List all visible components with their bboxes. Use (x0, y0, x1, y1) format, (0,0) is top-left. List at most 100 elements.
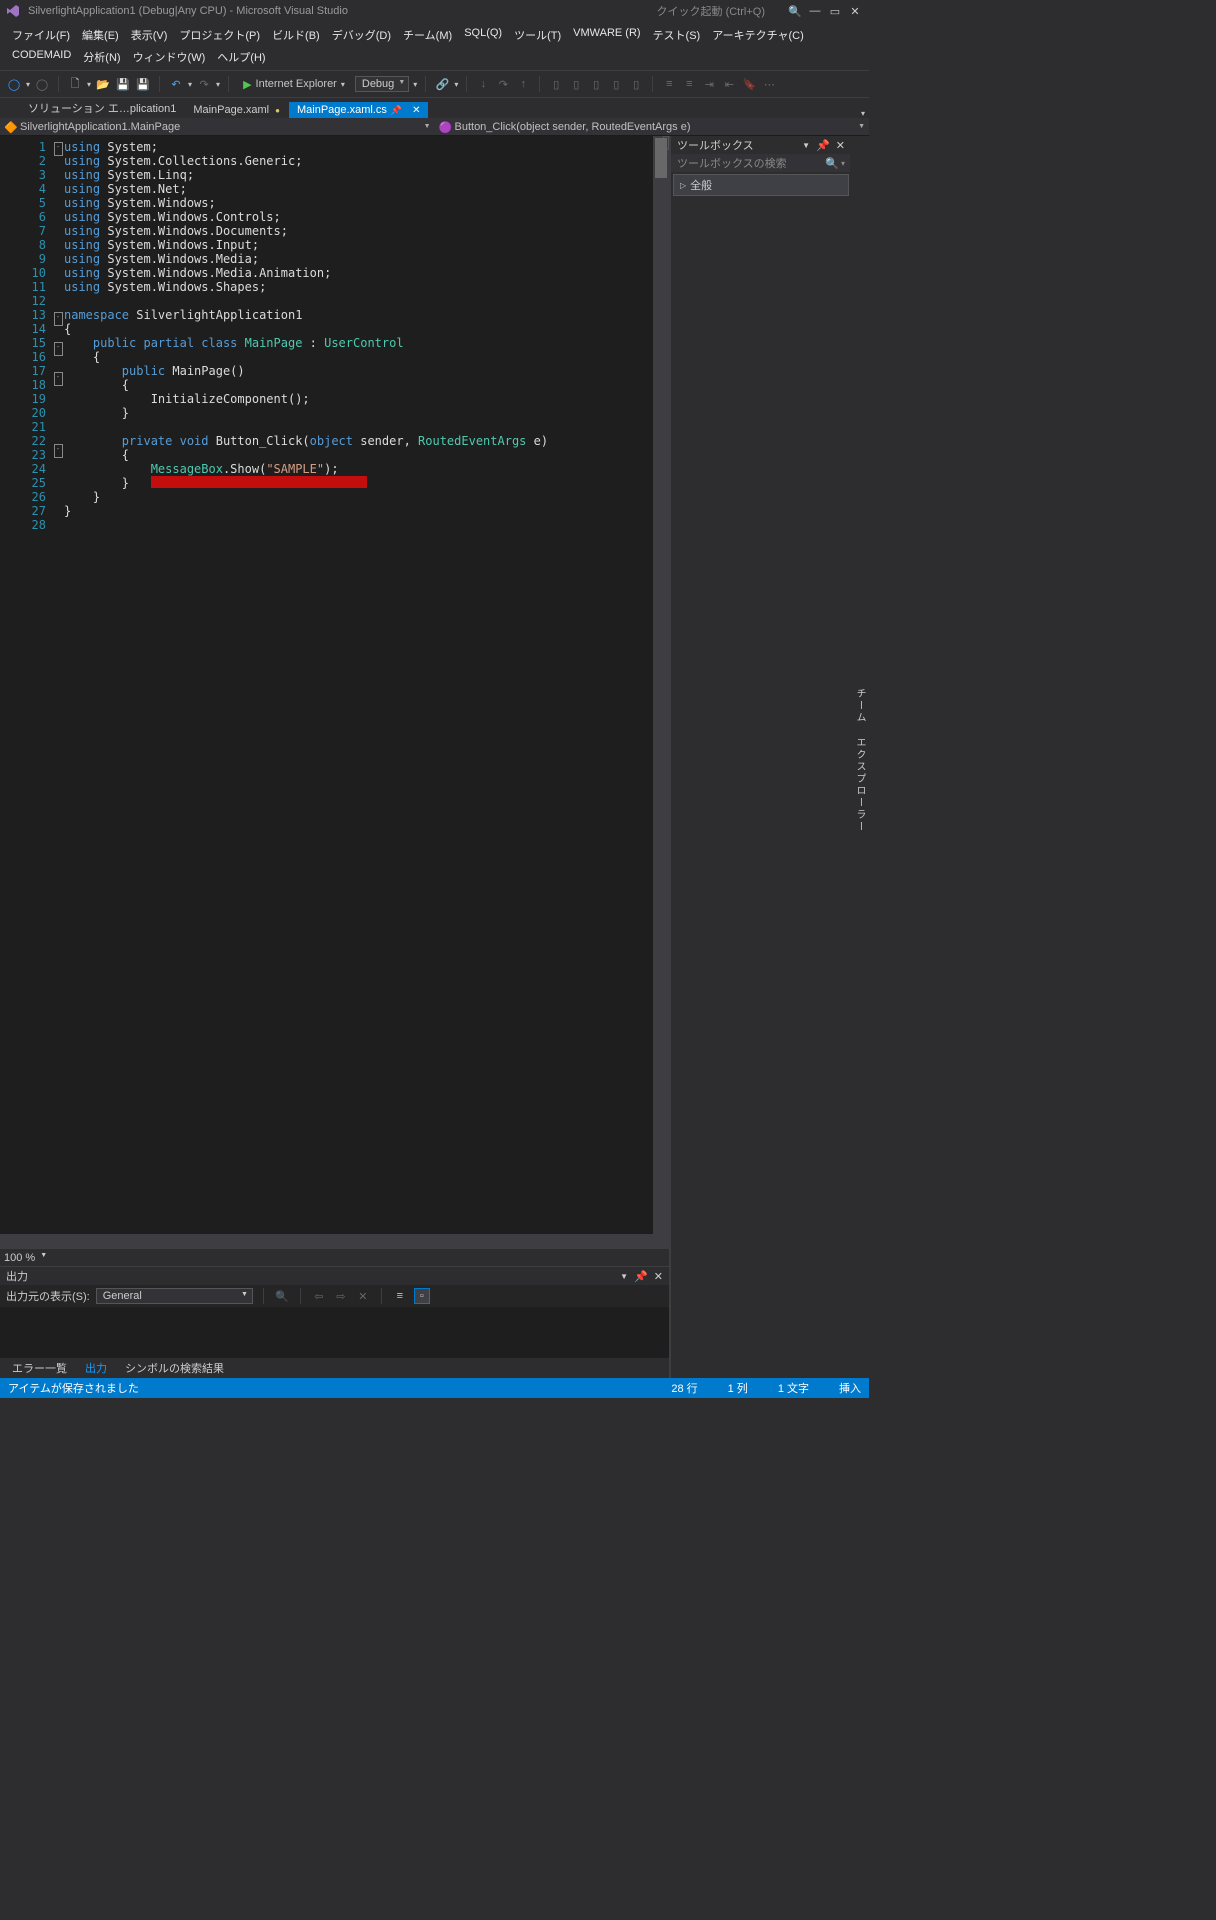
nav-forward-icon[interactable]: ◯ (34, 76, 50, 92)
menu-vmware[interactable]: VMWARE (R) (567, 24, 646, 46)
browser-link-icon[interactable]: 🔗 (434, 76, 450, 92)
output-source-dropdown[interactable]: General (96, 1288, 253, 1304)
step-into-icon[interactable]: ↓ (475, 76, 491, 92)
output-dropdown-icon[interactable]: ▼ (620, 1272, 628, 1281)
menu-window[interactable]: ウィンドウ(W) (127, 46, 212, 68)
config-dropdown-arrow[interactable]: ▾ (413, 80, 417, 89)
menu-test[interactable]: テスト(S) (647, 24, 707, 46)
menu-team[interactable]: チーム(M) (397, 24, 458, 46)
menu-edit[interactable]: 編集(E) (76, 24, 125, 46)
play-icon: ▶ (243, 78, 251, 91)
toolbox-group-general[interactable]: ▷ 全般 (673, 174, 849, 196)
quick-launch[interactable]: クイック起動 (Ctrl+Q) (657, 3, 765, 19)
horizontal-scrollbar[interactable] (0, 1234, 669, 1248)
menu-analyze[interactable]: 分析(N) (77, 46, 126, 68)
browser-link-dropdown[interactable]: ▾ (454, 80, 458, 89)
search-icon[interactable]: 🔍 (785, 5, 805, 18)
undo-icon[interactable]: ↶ (168, 76, 184, 92)
menu-view[interactable]: 表示(V) (125, 24, 174, 46)
nav-back-icon[interactable]: ◯ (6, 76, 22, 92)
step-over-icon[interactable]: ↷ (495, 76, 511, 92)
menu-codemaid[interactable]: CODEMAID (6, 46, 77, 68)
output-close-icon[interactable]: ✕ (654, 1270, 663, 1283)
tb-icon-d[interactable]: ▯ (608, 76, 624, 92)
start-debug-button[interactable]: ▶ Internet Explorer ▾ (237, 76, 351, 93)
tab-solution-explorer[interactable]: ソリューション エ…plication1 (20, 98, 184, 118)
comment-icon[interactable]: ≡ (661, 76, 677, 92)
expand-icon: ▷ (680, 181, 686, 190)
class-dropdown[interactable]: 🔶 SilverlightApplication1.MainPage (0, 118, 435, 135)
fold-margin[interactable]: ----- (52, 136, 64, 1234)
bookmark-icon[interactable]: 🔖 (741, 76, 757, 92)
uncomment-icon[interactable]: ≡ (681, 76, 697, 92)
tab-error-list[interactable]: エラー一覧 (4, 1358, 75, 1378)
menu-architecture[interactable]: アーキテクチャ(C) (706, 24, 810, 46)
toolbox-title: ツールボックス (677, 137, 754, 153)
nav-back-dropdown[interactable]: ▾ (26, 80, 30, 89)
minimize-button[interactable]: — (805, 5, 825, 17)
toolbox-search[interactable]: ツールボックスの検索 🔍 ▾ (671, 154, 851, 172)
output-pin-icon[interactable]: 📌 (634, 1270, 648, 1283)
output-find-icon[interactable]: 🔍 (274, 1288, 290, 1304)
output-autoscroll-icon[interactable]: ▫ (414, 1288, 430, 1304)
toolbox-dropdown-icon[interactable]: ▼ (802, 141, 810, 150)
open-file-icon[interactable]: 📂 (95, 76, 111, 92)
tab-pin-icon[interactable]: 📌 (391, 105, 402, 116)
output-next-icon[interactable]: ⇨ (333, 1288, 349, 1304)
save-icon[interactable]: 💾 (115, 76, 131, 92)
solution-config-dropdown[interactable]: Debug (355, 76, 409, 92)
status-char: 1 文字 (778, 1380, 809, 1396)
tb-icon-b[interactable]: ▯ (568, 76, 584, 92)
menu-help[interactable]: ヘルプ(H) (211, 46, 271, 68)
line-numbers: 1234567891011121314151617181920212223242… (0, 136, 52, 1234)
output-wordwrap-icon[interactable]: ≡ (392, 1288, 408, 1304)
menu-tools[interactable]: ツール(T) (508, 24, 567, 46)
step-out-icon[interactable]: ↑ (515, 76, 531, 92)
outdent-icon[interactable]: ⇤ (721, 76, 737, 92)
tab-mainpage-xaml-cs[interactable]: MainPage.xaml.cs 📌 ✕ (289, 102, 428, 118)
code-editor[interactable]: 1234567891011121314151617181920212223242… (0, 136, 669, 1234)
tb-icon-f[interactable]: ⋯ (761, 76, 777, 92)
maximize-button[interactable]: ▭ (825, 5, 845, 18)
zoom-bar: 100 % (0, 1248, 669, 1266)
tb-icon-a[interactable]: ▯ (548, 76, 564, 92)
scrollbar-thumb[interactable] (655, 138, 667, 178)
new-project-icon[interactable]: 🗋 (67, 76, 83, 92)
team-explorer-tab[interactable]: チーム エクスプローラー (850, 142, 869, 1378)
output-clear-icon[interactable]: ✕ (355, 1288, 371, 1304)
document-tabs: ソリューション エ…plication1 MainPage.xaml MainP… (0, 98, 869, 118)
tab-label: MainPage.xaml.cs (297, 104, 387, 116)
toolbox-pin-icon[interactable]: 📌 (816, 139, 830, 152)
tb-icon-c[interactable]: ▯ (588, 76, 604, 92)
zoom-dropdown[interactable]: 100 % (4, 1252, 47, 1264)
tab-symbol-results[interactable]: シンボルの検索結果 (117, 1358, 232, 1378)
tab-close-icon[interactable]: ✕ (412, 105, 420, 116)
method-dropdown[interactable]: 🟣 Button_Click(object sender, RoutedEven… (435, 118, 870, 135)
output-body[interactable] (0, 1307, 669, 1358)
menu-project[interactable]: プロジェクト(P) (173, 24, 266, 46)
side-rail: チーム エクスプローラー (851, 136, 869, 1378)
code-content[interactable]: using System;using System.Collections.Ge… (64, 136, 653, 1234)
redo-dropdown[interactable]: ▾ (216, 80, 220, 89)
toolbox-close-icon[interactable]: ✕ (836, 139, 845, 152)
close-button[interactable]: ✕ (845, 5, 865, 18)
tb-icon-e[interactable]: ▯ (628, 76, 644, 92)
tab-output[interactable]: 出力 (77, 1358, 115, 1378)
menu-build[interactable]: ビルド(B) (266, 24, 326, 46)
vertical-scrollbar[interactable] (653, 136, 669, 1234)
menu-file[interactable]: ファイル(F) (6, 24, 76, 46)
output-title: 出力 (6, 1268, 28, 1284)
toolbox-search-icon[interactable]: 🔍 (825, 157, 839, 170)
indent-icon[interactable]: ⇥ (701, 76, 717, 92)
tabs-overflow-dropdown[interactable]: ▾ (861, 109, 865, 118)
menu-debug[interactable]: デバッグ(D) (326, 24, 397, 46)
undo-dropdown[interactable]: ▾ (188, 80, 192, 89)
tab-mainpage-xaml[interactable]: MainPage.xaml (185, 102, 288, 118)
output-prev-icon[interactable]: ⇦ (311, 1288, 327, 1304)
menu-bar: ファイル(F) 編集(E) 表示(V) プロジェクト(P) ビルド(B) デバッ… (0, 22, 869, 70)
new-dropdown[interactable]: ▾ (87, 80, 91, 89)
menu-sql[interactable]: SQL(Q) (458, 24, 508, 46)
status-bar: アイテムが保存されました 28 行 1 列 1 文字 挿入 (0, 1378, 869, 1398)
redo-icon[interactable]: ↷ (196, 76, 212, 92)
save-all-icon[interactable]: 💾 (135, 76, 151, 92)
